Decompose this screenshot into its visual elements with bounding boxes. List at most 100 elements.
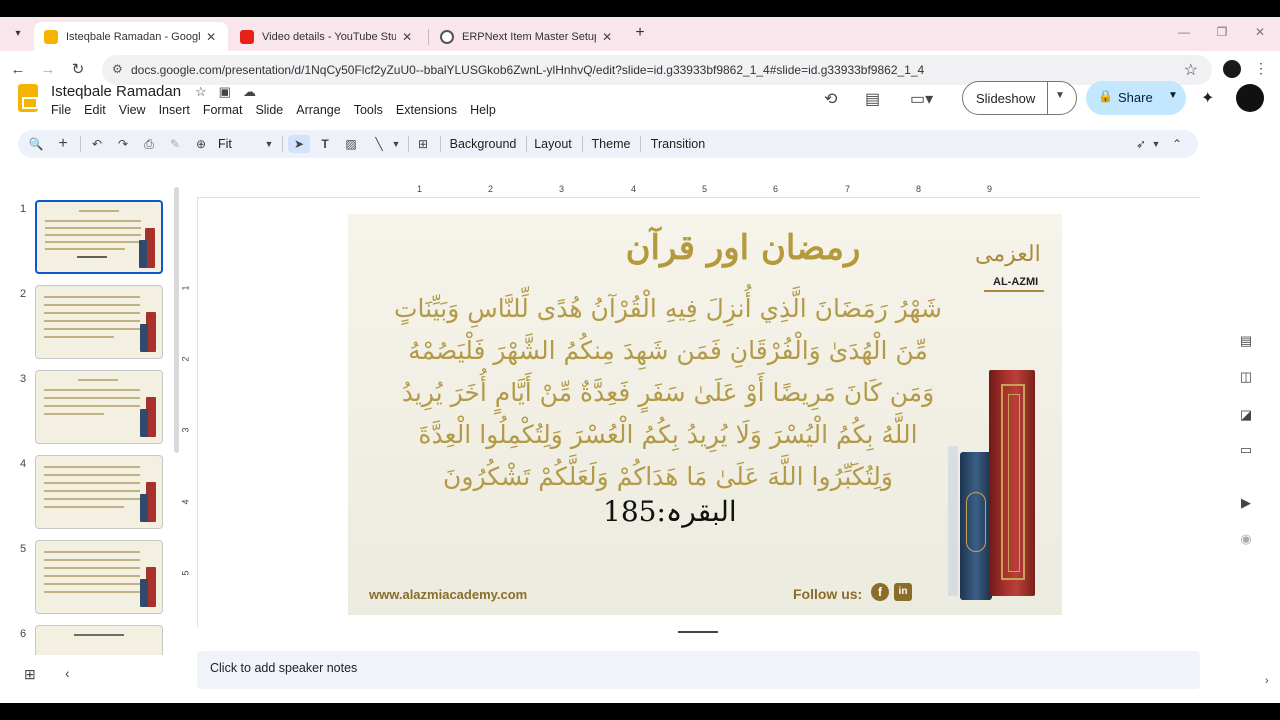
slide-thumbnail-2[interactable] bbox=[35, 285, 163, 359]
close-tab-icon[interactable]: ✕ bbox=[600, 30, 614, 44]
redo-icon[interactable]: ↷ bbox=[114, 135, 132, 153]
cloud-status-icon[interactable]: ☁ bbox=[243, 84, 256, 100]
tasks-side-icon[interactable]: ◪ bbox=[1238, 407, 1254, 423]
gemini-icon[interactable]: ✦ bbox=[1201, 88, 1214, 108]
undo-icon[interactable]: ↶ bbox=[88, 135, 106, 153]
insert-image-icon[interactable]: ▨ bbox=[342, 135, 360, 153]
zoom-icon[interactable]: ⊕ bbox=[192, 135, 210, 153]
editing-mode-dropdown-icon[interactable]: ▼ bbox=[1150, 135, 1162, 153]
slideshow-divider bbox=[1047, 82, 1048, 114]
layout-button[interactable]: Layout bbox=[532, 135, 574, 153]
follow-us-text[interactable]: Follow us: bbox=[793, 586, 862, 602]
star-icon[interactable]: ☆ bbox=[195, 84, 207, 100]
menu-tools[interactable]: Tools bbox=[354, 103, 383, 117]
verse-line: شَهْرُ رَمَضَانَ الَّذِي أُنزِلَ فِيهِ ا… bbox=[394, 294, 942, 323]
menu-view[interactable]: View bbox=[119, 103, 146, 117]
verse-reference[interactable]: البقرہ:185 bbox=[603, 495, 737, 528]
line-dropdown-icon[interactable]: ▼ bbox=[390, 135, 402, 153]
slide-thumbnail-6[interactable] bbox=[35, 625, 163, 655]
menu-help[interactable]: Help bbox=[470, 103, 496, 117]
title-actions: ☆ ▣ ☁ bbox=[195, 84, 256, 100]
notes-resize-handle[interactable] bbox=[678, 631, 718, 633]
verse-text[interactable]: شَهْرُ رَمَضَانَ الَّذِي أُنزِلَ فِيهِ ا… bbox=[378, 288, 958, 498]
share-dropdown-icon[interactable]: ▼ bbox=[1168, 90, 1178, 101]
grid-view-icon[interactable]: ⊞ bbox=[24, 666, 36, 683]
current-slide[interactable]: رمضان اور قرآن شَهْرُ رَمَضَانَ الَّذِي … bbox=[348, 214, 1062, 615]
back-icon[interactable]: ← bbox=[8, 60, 28, 80]
calendar-side-icon[interactable]: ▤ bbox=[1238, 333, 1254, 349]
slideshow-button[interactable]: Slideshow ▼ bbox=[962, 81, 1077, 115]
version-history-icon[interactable]: ⟲ bbox=[824, 89, 837, 109]
print-icon[interactable]: ⎙ bbox=[140, 135, 158, 153]
bookmark-star-icon[interactable]: ☆ bbox=[1184, 60, 1198, 80]
account-avatar[interactable] bbox=[1236, 84, 1264, 112]
menu-arrange[interactable]: Arrange bbox=[296, 103, 340, 117]
addon-side-icon[interactable]: ◉ bbox=[1238, 531, 1254, 547]
slide-thumbnail-3[interactable] bbox=[35, 370, 163, 444]
globe-favicon-icon bbox=[440, 29, 454, 44]
move-folder-icon[interactable]: ▣ bbox=[219, 84, 231, 100]
comments-icon[interactable]: ▤ bbox=[865, 89, 880, 109]
browser-window: ▾ Isteqbale Ramadan - Google Slides ✕ Vi… bbox=[0, 17, 1280, 703]
line-icon[interactable]: ╲ bbox=[370, 135, 388, 153]
tab-title: ERPNext Item Master Setup bbox=[462, 30, 597, 43]
youtube-side-icon[interactable]: ▶ bbox=[1238, 495, 1254, 511]
profile-avatar[interactable] bbox=[1223, 60, 1241, 78]
new-slide-icon[interactable]: + bbox=[54, 135, 72, 153]
close-window-icon[interactable]: ✕ bbox=[1252, 25, 1268, 39]
collapse-filmstrip-icon[interactable]: ‹ bbox=[65, 665, 70, 681]
close-tab-icon[interactable]: ✕ bbox=[204, 30, 218, 44]
minimize-icon[interactable]: — bbox=[1176, 25, 1192, 39]
zoom-dropdown-icon[interactable]: ▼ bbox=[262, 135, 276, 153]
filmstrip-scrollbar[interactable] bbox=[174, 187, 179, 453]
lock-icon: 🔒 bbox=[1098, 89, 1113, 103]
keep-side-icon[interactable]: ◫ bbox=[1238, 369, 1254, 385]
slides-logo-icon[interactable] bbox=[18, 84, 38, 112]
transition-button[interactable]: Transition bbox=[648, 135, 708, 153]
text-box-icon[interactable]: T bbox=[316, 135, 334, 153]
slideshow-dropdown-icon[interactable]: ▼ bbox=[1055, 90, 1065, 101]
new-tab-button[interactable]: + bbox=[630, 23, 650, 43]
site-info-icon[interactable]: ⚙ bbox=[112, 62, 123, 76]
video-call-icon[interactable]: ▭▾ bbox=[910, 89, 933, 109]
collapse-toolbar-icon[interactable]: ⌃ bbox=[1168, 135, 1186, 153]
menu-format[interactable]: Format bbox=[203, 103, 243, 117]
tab-erpnext[interactable]: ERPNext Item Master Setup ✕ bbox=[430, 22, 624, 51]
menu-insert[interactable]: Insert bbox=[159, 103, 190, 117]
menu-file[interactable]: File bbox=[51, 103, 71, 117]
slide-number: 6 bbox=[20, 628, 27, 640]
menu-extensions[interactable]: Extensions bbox=[396, 103, 457, 117]
background-button[interactable]: Background bbox=[448, 135, 518, 153]
drive-side-icon[interactable]: ▭ bbox=[1238, 442, 1254, 458]
slide-thumbnail-4[interactable] bbox=[35, 455, 163, 529]
tab-search-icon[interactable]: ▾ bbox=[8, 24, 28, 44]
forward-icon[interactable]: → bbox=[38, 60, 58, 80]
comment-add-icon[interactable]: ⊞ bbox=[414, 135, 432, 153]
menu-bar: File Edit View Insert Format Slide Arran… bbox=[51, 103, 509, 117]
tab-slides[interactable]: Isteqbale Ramadan - Google Slides ✕ bbox=[34, 22, 228, 51]
search-menus-icon[interactable]: 🔍 bbox=[26, 135, 46, 153]
paint-format-icon[interactable]: ✎ bbox=[166, 135, 184, 153]
menu-slide[interactable]: Slide bbox=[255, 103, 283, 117]
reload-icon[interactable]: ↻ bbox=[68, 60, 88, 80]
slide-thumbnail-1[interactable] bbox=[35, 200, 163, 274]
share-button[interactable]: 🔒 Share ▼ bbox=[1086, 81, 1186, 115]
close-tab-icon[interactable]: ✕ bbox=[400, 30, 414, 44]
browser-menu-icon[interactable]: ⋮ bbox=[1254, 60, 1268, 77]
speaker-notes[interactable]: Click to add speaker notes bbox=[197, 651, 1200, 689]
slide-thumbnail-5[interactable] bbox=[35, 540, 163, 614]
select-cursor-icon[interactable]: ➤ bbox=[288, 135, 310, 153]
restore-icon[interactable]: ❐ bbox=[1214, 25, 1230, 39]
show-side-panel-icon[interactable]: › bbox=[1265, 675, 1269, 687]
zoom-select[interactable]: Fit bbox=[218, 135, 248, 153]
linkedin-icon: in bbox=[894, 583, 912, 601]
tab-youtube-studio[interactable]: Video details - YouTube Studio ✕ bbox=[230, 22, 424, 51]
url-text[interactable]: docs.google.com/presentation/d/1NqCy50Fl… bbox=[131, 63, 924, 77]
theme-button[interactable]: Theme bbox=[590, 135, 632, 153]
editing-mode-icon[interactable]: ➶ bbox=[1132, 135, 1150, 153]
website-text[interactable]: www.alazmiacademy.com bbox=[369, 587, 527, 602]
document-title[interactable]: Isteqbale Ramadan bbox=[51, 83, 181, 100]
menu-edit[interactable]: Edit bbox=[84, 103, 106, 117]
speaker-notes-placeholder: Click to add speaker notes bbox=[210, 661, 358, 675]
slide-title[interactable]: رمضان اور قرآن bbox=[348, 228, 1062, 268]
